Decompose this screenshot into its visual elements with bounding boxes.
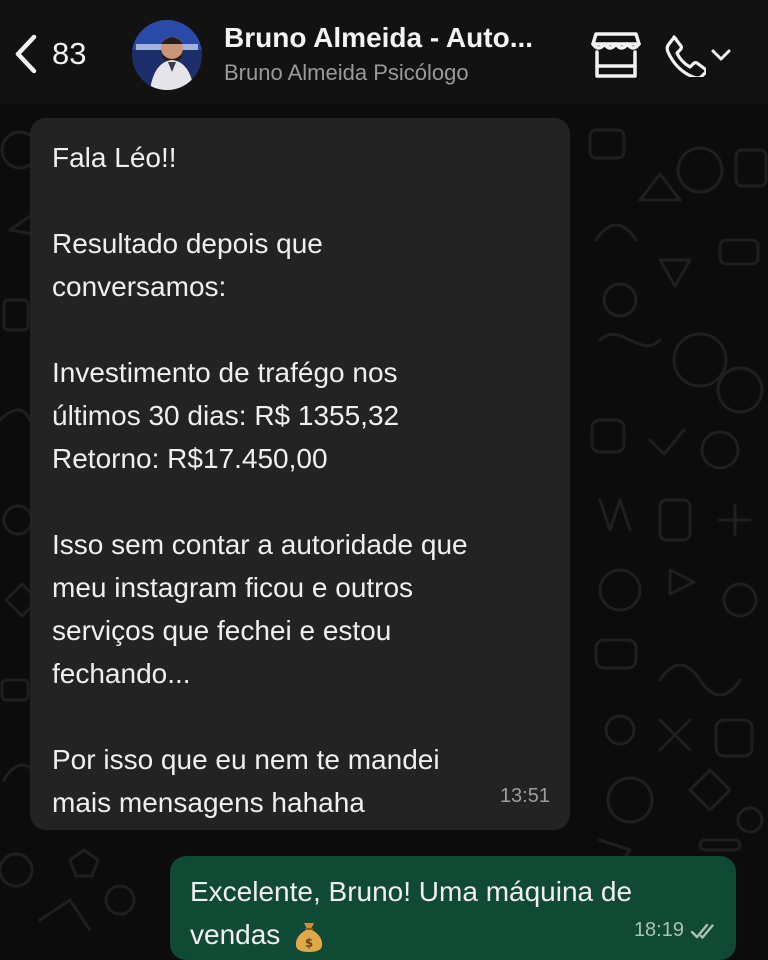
message-line: conversamos: (52, 271, 227, 302)
contact-avatar[interactable] (132, 20, 202, 90)
message-line: serviços que fechei e estou (52, 615, 392, 646)
chevron-left-icon (15, 34, 37, 74)
chat-header: 83 Bruno Almeida - Auto... Bruno Almeida… (0, 0, 768, 104)
back-button[interactable]: 83 (14, 30, 114, 78)
message-timestamp: 13:51 (499, 785, 550, 807)
contact-subtitle[interactable]: Bruno Almeida Psicólogo (224, 60, 574, 86)
message-timestamp: 18:19 (633, 919, 684, 941)
chevron-down-icon (711, 49, 731, 61)
storefront-icon (591, 32, 641, 78)
unread-count: 83 (52, 36, 87, 71)
phone-icon (665, 35, 706, 77)
message-line: mais mensagens hahaha (52, 787, 365, 818)
message-text: vendas (190, 919, 281, 950)
message-line: fechando... (52, 658, 191, 689)
message-line: Fala Léo!! (52, 142, 177, 173)
message-line: meu instagram ficou e outros (52, 572, 414, 603)
message-meta: 18:19 (634, 909, 718, 952)
message-line: Por isso que eu nem te mandei (52, 744, 440, 775)
avatar-photo (132, 20, 202, 90)
contact-name[interactable]: Bruno Almeida - Auto... (224, 22, 574, 54)
message-line: Resultado depois que (52, 228, 323, 259)
message-line: Investimento de trafégo nos (52, 357, 398, 388)
svg-text:$: $ (305, 936, 313, 950)
business-catalog-button[interactable] (590, 30, 642, 80)
double-check-icon (690, 923, 714, 939)
message-line: Excelente, Bruno! Uma máquina de (190, 876, 633, 907)
message-line: Retorno: R$17.450,00 (52, 443, 328, 474)
call-button[interactable] (664, 32, 734, 78)
incoming-message-bubble[interactable]: Fala Léo!! Resultado depois que conversa… (30, 118, 570, 830)
moneybag-icon: $ (295, 922, 323, 952)
chat-screen: 83 Bruno Almeida - Auto... Bruno Almeida… (0, 0, 768, 960)
outgoing-message-bubble[interactable]: Excelente, Bruno! Uma máquina de vendas … (170, 856, 736, 960)
message-line: Isso sem contar a autoridade que (52, 529, 468, 560)
message-line: últimos 30 dias: R$ 1355,32 (52, 400, 400, 431)
